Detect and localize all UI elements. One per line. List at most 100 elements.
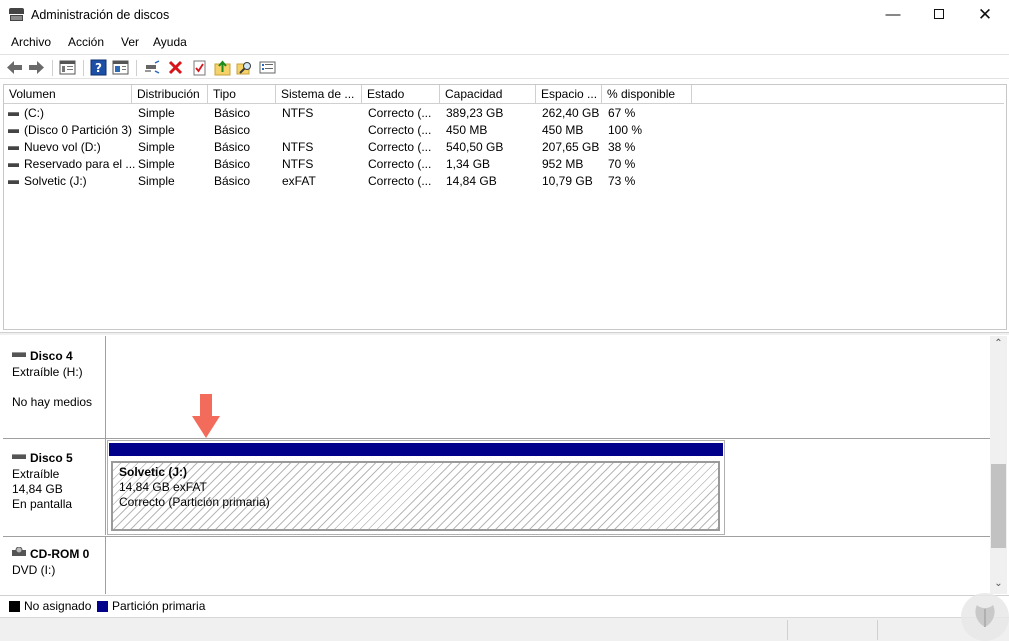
forward-icon[interactable] — [28, 59, 45, 76]
search-folder-icon[interactable] — [236, 59, 253, 76]
cell-status: Correcto (... — [368, 123, 432, 137]
cell-percent-free: 70 % — [608, 157, 636, 171]
status-bar — [0, 617, 1009, 641]
column-volumen[interactable]: Volumen — [4, 85, 132, 104]
volume-list: Volumen Distribución Tipo Sistema de ...… — [3, 84, 1007, 330]
cell-percent-free: 67 % — [608, 106, 636, 120]
cell-type: Básico — [214, 123, 251, 137]
disk-5-name: Disco 5 — [30, 451, 73, 465]
unallocated-swatch — [9, 601, 20, 612]
cell-filesystem: NTFS — [282, 106, 314, 120]
table-row[interactable]: Nuevo vol (D:) Simple Básico NTFS Correc… — [4, 139, 1004, 156]
disk-divider — [3, 438, 990, 439]
column-sistema[interactable]: Sistema de ... — [276, 85, 362, 104]
cdrom-0-label[interactable]: CD-ROM 0 DVD (I:) — [3, 537, 106, 594]
back-icon[interactable] — [6, 59, 23, 76]
cell-distribution: Simple — [138, 140, 175, 154]
column-espacio[interactable]: Espacio ... — [536, 85, 602, 104]
cell-free-space: 10,79 GB — [542, 174, 593, 188]
cdrom-0-name: CD-ROM 0 — [30, 547, 90, 561]
disk-map: Disco 4 Extraíble (H:) No hay medios Dis… — [3, 336, 990, 594]
disk-divider — [3, 536, 990, 537]
disk-5-size: 14,84 GB — [12, 482, 63, 496]
volume-icon — [8, 112, 19, 116]
cell-status: Correcto (... — [368, 157, 432, 171]
disk-4-name: Disco 4 — [30, 349, 73, 363]
disk-4-label[interactable]: Disco 4 Extraíble (H:) No hay medios — [3, 336, 106, 438]
console-tree-icon[interactable] — [59, 59, 76, 76]
table-row[interactable]: (C:) Simple Básico NTFS Correcto (... 38… — [4, 105, 1004, 122]
volume-icon — [8, 180, 19, 184]
cell-volume: Nuevo vol (D:) — [24, 140, 101, 154]
scroll-thumb[interactable] — [991, 464, 1006, 548]
volume-icon — [8, 129, 19, 133]
window-title: Administración de discos — [31, 8, 170, 22]
table-row[interactable]: (Disco 0 Partición 3) Simple Básico Corr… — [4, 122, 1004, 139]
cell-capacity: 1,34 GB — [446, 157, 491, 171]
menu-archivo[interactable]: Archivo — [11, 35, 51, 49]
legend: No asignado Partición primaria — [0, 595, 1009, 615]
column-tipo[interactable]: Tipo — [208, 85, 276, 104]
status-segment — [877, 620, 957, 640]
pane-splitter[interactable] — [0, 332, 1009, 335]
disk-4-type: Extraíble (H:) — [12, 365, 83, 379]
scroll-up-icon[interactable]: ⌃ — [990, 338, 1007, 352]
properties-icon[interactable] — [112, 59, 129, 76]
cell-status: Correcto (... — [368, 106, 432, 120]
help-icon[interactable]: ? — [90, 59, 107, 76]
upload-folder-icon[interactable] — [214, 59, 231, 76]
partition-status: Correcto (Partición primaria) — [119, 495, 270, 509]
legend-primary: Partición primaria — [112, 599, 206, 613]
close-button[interactable]: ✕ — [962, 0, 1008, 31]
partition-size: 14,84 GB exFAT — [119, 480, 207, 494]
connect-icon[interactable] — [144, 59, 161, 76]
menu-bar: Archivo Acción Ver Ayuda — [0, 31, 1009, 53]
checklist-icon[interactable] — [191, 59, 208, 76]
cell-distribution: Simple — [138, 157, 175, 171]
maximize-icon — [934, 9, 944, 20]
menu-ayuda[interactable]: Ayuda — [153, 35, 187, 49]
disk-5-label[interactable]: Disco 5 Extraíble 14,84 GB En pantalla — [3, 439, 106, 535]
cell-capacity: 14,84 GB — [446, 174, 497, 188]
column-capacidad[interactable]: Capacidad — [440, 85, 536, 104]
cell-volume: (Disco 0 Partición 3) — [24, 123, 133, 137]
list-view-icon[interactable] — [259, 59, 276, 76]
menu-ver[interactable]: Ver — [121, 35, 139, 49]
cell-filesystem: NTFS — [282, 140, 314, 154]
column-distribucion[interactable]: Distribución — [132, 85, 208, 104]
annotation-arrow-icon — [192, 394, 220, 438]
cell-volume: (C:) — [24, 106, 44, 120]
delete-icon[interactable] — [167, 59, 184, 76]
partition-solvetic[interactable]: Solvetic (J:) 14,84 GB exFAT Correcto (P… — [107, 440, 725, 535]
cell-type: Básico — [214, 140, 251, 154]
cell-capacity: 450 MB — [446, 123, 488, 137]
cell-distribution: Simple — [138, 123, 175, 137]
column-disponible[interactable]: % disponible — [602, 85, 692, 104]
cell-volume: Reservado para el ... — [24, 157, 136, 171]
cell-volume: Solvetic (J:) — [24, 174, 87, 188]
cell-percent-free: 38 % — [608, 140, 636, 154]
disk-management-icon — [9, 8, 24, 22]
table-row[interactable]: Solvetic (J:) Simple Básico exFAT Correc… — [4, 173, 1004, 190]
disk-5-status: En pantalla — [12, 497, 73, 511]
cdrom-icon — [12, 547, 26, 556]
disk-5-type: Extraíble — [12, 467, 60, 481]
cell-distribution: Simple — [138, 174, 175, 188]
disk-map-scrollbar[interactable]: ⌃ ⌄ — [990, 336, 1007, 594]
cell-free-space: 207,65 GB — [542, 140, 600, 154]
primary-partition-bar — [109, 443, 723, 456]
cell-capacity: 389,23 GB — [446, 106, 504, 120]
cell-free-space: 952 MB — [542, 157, 584, 171]
menu-accion[interactable]: Acción — [68, 35, 104, 49]
table-row[interactable]: Reservado para el ... Simple Básico NTFS… — [4, 156, 1004, 173]
primary-partition-swatch — [97, 601, 108, 612]
minimize-button[interactable]: — — [870, 0, 916, 31]
svg-text:?: ? — [95, 61, 102, 75]
cell-filesystem: NTFS — [282, 157, 314, 171]
maximize-button[interactable] — [916, 0, 962, 31]
column-estado[interactable]: Estado — [362, 85, 440, 104]
cell-filesystem: exFAT — [282, 174, 316, 188]
partition-body[interactable]: Solvetic (J:) 14,84 GB exFAT Correcto (P… — [111, 461, 720, 531]
cdrom-0-type: DVD (I:) — [12, 563, 56, 577]
cell-type: Básico — [214, 174, 251, 188]
